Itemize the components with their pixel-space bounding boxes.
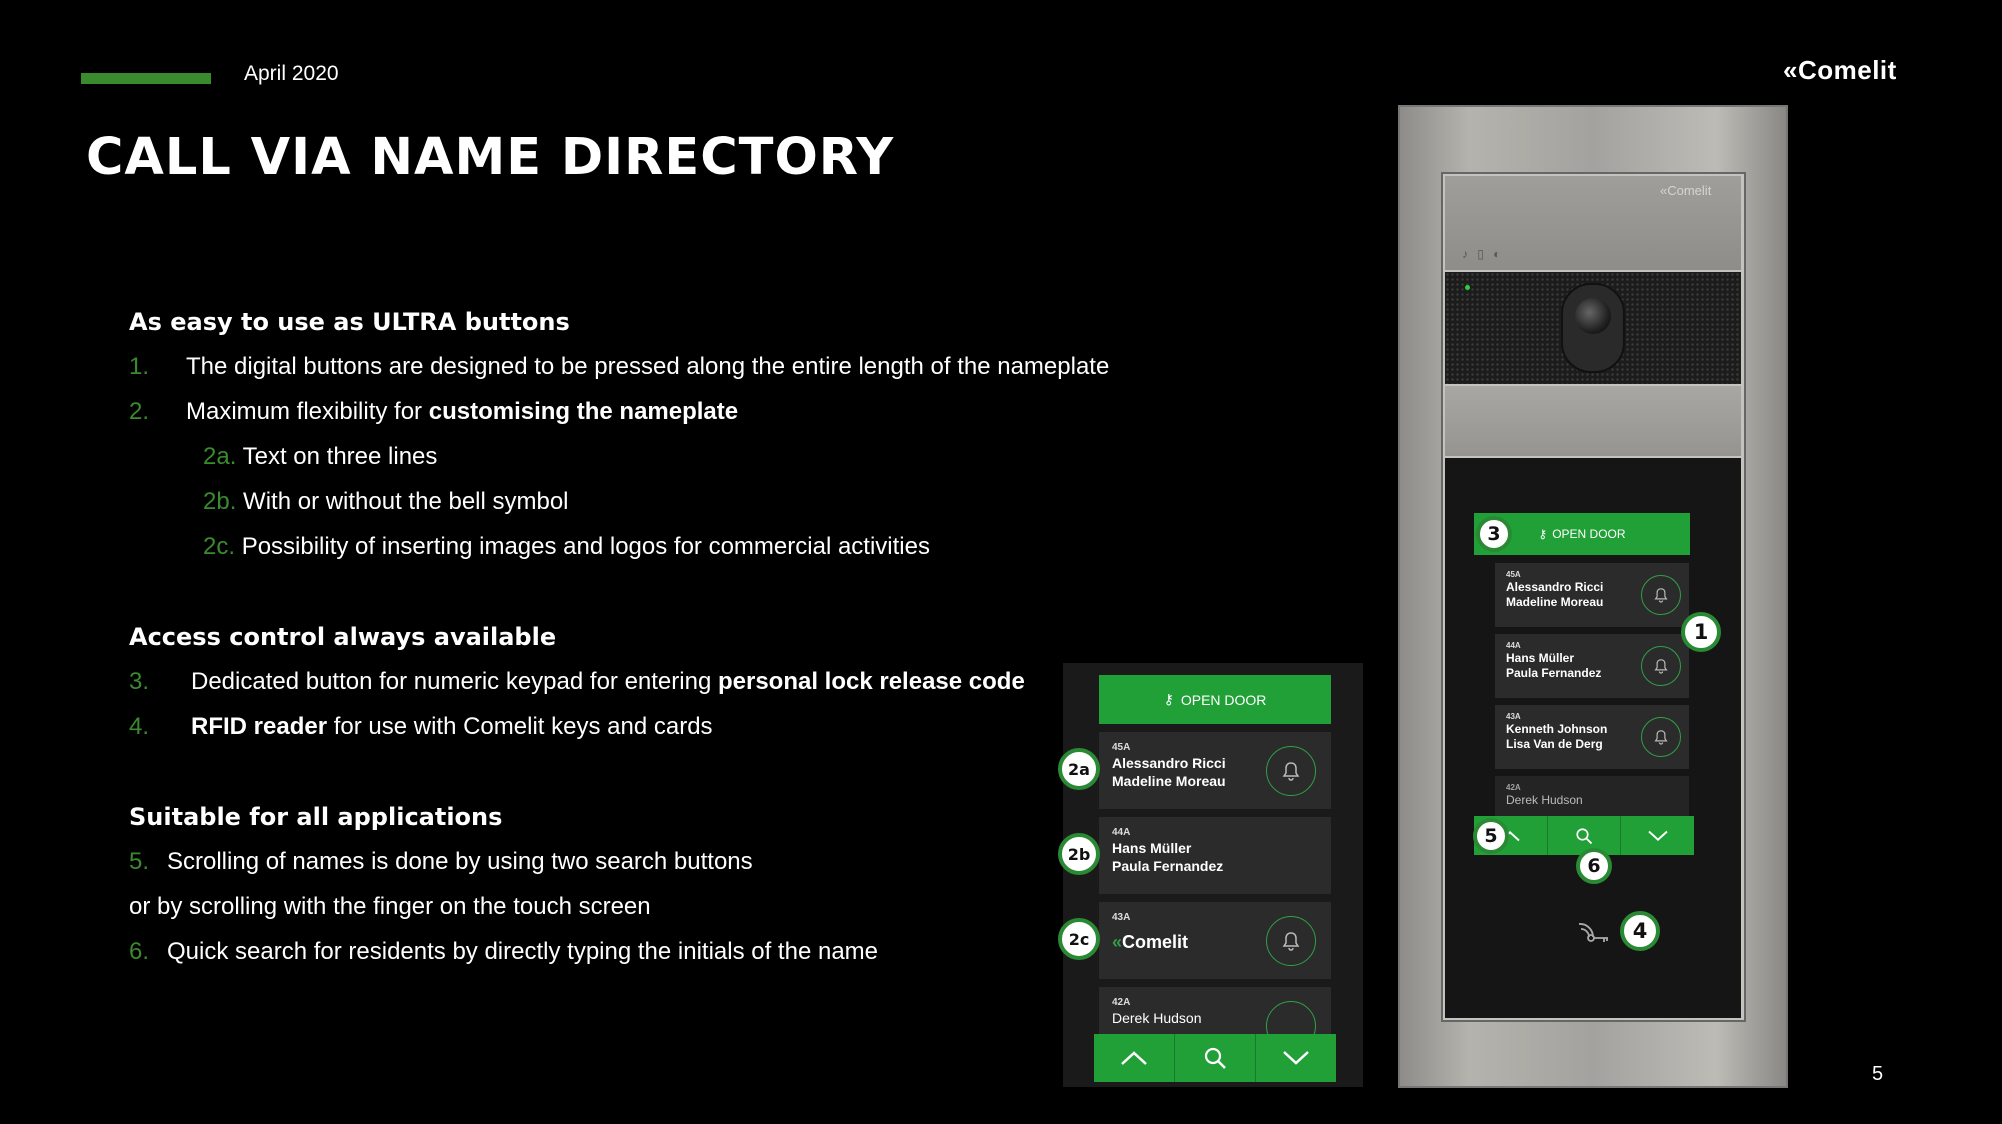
scroll-up-button[interactable]: [1094, 1034, 1175, 1082]
chevron-down-icon: [1283, 1051, 1309, 1065]
logo-mark-icon: «: [1112, 932, 1123, 952]
list-item: 5. Scrolling of names is done by using tw…: [129, 848, 753, 875]
badge-4: 4: [1620, 911, 1660, 951]
list-item: 6. Quick search for residents by directly…: [129, 938, 878, 965]
page-number: 5: [1872, 1063, 1884, 1085]
list-item: 2b. With or without the bell symbol: [203, 488, 569, 515]
chevron-up-icon: [1121, 1051, 1147, 1065]
list-item: 3. Dedicated button for numeric keypad fo…: [129, 668, 1025, 695]
list-item: 1. The digital buttons are designed to be…: [129, 353, 1110, 380]
badge-2a: 2a: [1058, 748, 1100, 790]
list-item: 2c. Possibility of inserting images and …: [203, 533, 930, 560]
status-icons: ♪ ▯ ◐: [1462, 247, 1504, 261]
list-item: 4. RFID reader for use with Comelit keys …: [129, 713, 713, 740]
camera-lens-icon: [1575, 298, 1611, 334]
bell-icon[interactable]: [1266, 1001, 1316, 1037]
bell-icon[interactable]: [1641, 717, 1681, 757]
name-card-42a[interactable]: 42A Derek Hudson: [1099, 987, 1331, 1037]
bell-icon[interactable]: [1641, 646, 1681, 686]
section-heading-applications: Suitable for all applications: [129, 803, 503, 831]
chevron-down-icon: [1648, 830, 1668, 841]
search-icon: [1204, 1047, 1226, 1069]
rfid-reader-icon: [1577, 921, 1611, 950]
panel-navbar: [1094, 1034, 1336, 1082]
blank-plate: [1445, 386, 1741, 456]
comelit-logo-image: «Comelit: [1112, 932, 1189, 952]
search-button[interactable]: [1175, 1034, 1256, 1082]
logo-mark-icon: «: [1783, 55, 1798, 85]
badge-2b: 2b: [1058, 833, 1100, 875]
list-item: 2a. Text on three lines: [203, 443, 438, 470]
bell-icon[interactable]: [1266, 916, 1316, 966]
name-card-44a[interactable]: 44A Hans Müller Paula Fernandez: [1099, 817, 1331, 894]
device-name-card-42a[interactable]: 42A Derek Hudson: [1495, 776, 1689, 816]
device-scroll-down-button[interactable]: [1621, 816, 1694, 855]
section-heading-ultra: As easy to use as ULTRA buttons: [129, 308, 570, 336]
status-led: [1465, 285, 1470, 290]
scroll-down-button[interactable]: [1256, 1034, 1336, 1082]
date-label: April 2020: [244, 62, 339, 85]
device-name-card-44a[interactable]: 44A Hans Müller Paula Fernandez: [1495, 634, 1689, 698]
device-brand-mark: «Comelit: [1660, 183, 1712, 198]
search-icon: [1576, 827, 1593, 844]
key-icon: ⚷: [1163, 691, 1174, 707]
comelit-logo: «Comelit: [1783, 55, 1897, 85]
bell-icon[interactable]: [1641, 575, 1681, 615]
name-card-43a[interactable]: 43A «Comelit: [1099, 902, 1331, 979]
name-card-45a[interactable]: 45A Alessandro Ricci Madeline Moreau: [1099, 732, 1331, 809]
device-name-card-45a[interactable]: 45A Alessandro Ricci Madeline Moreau: [1495, 563, 1689, 627]
key-icon: ⚷: [1538, 527, 1548, 541]
bell-icon[interactable]: [1266, 746, 1316, 796]
badge-2c: 2c: [1058, 918, 1100, 960]
page-title: CALL VIA NAME DIRECTORY: [86, 128, 895, 187]
badge-3: 3: [1476, 516, 1512, 552]
accent-bar: [81, 73, 211, 84]
list-item: 2. Maximum flexibility for customising th…: [129, 398, 739, 425]
section-heading-access: Access control always available: [129, 623, 557, 651]
badge-5: 5: [1473, 818, 1509, 854]
badge-6: 6: [1576, 848, 1612, 884]
list-item: or by scrolling with the finger on the t…: [129, 893, 651, 920]
device-name-card-43a[interactable]: 43A Kenneth Johnson Lisa Van de Derg: [1495, 705, 1689, 769]
badge-1: 1: [1681, 612, 1721, 652]
open-door-button[interactable]: ⚷ OPEN DOOR: [1099, 675, 1331, 724]
